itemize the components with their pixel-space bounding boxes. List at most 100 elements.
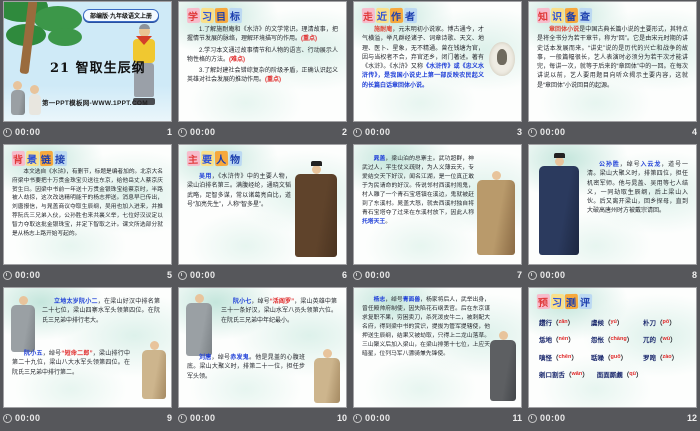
- slide-thumbnail-7[interactable]: 晁盖，梁山泊的总寨主。武功超群，神武过人，平生仗义疏财，为人义薄云天，专爱结交天…: [354, 145, 521, 264]
- objective-item: 1.了解施耐庵和《水浒》的文学常识。理清故事，把握情节发展的脉络，理解环境描写的…: [187, 26, 338, 45]
- soldier-head: [138, 24, 150, 37]
- bio-text: ，绰号: [619, 162, 641, 168]
- thumb-caption: 00:00 12: [528, 410, 697, 426]
- duration-label: 00:00: [365, 270, 391, 280]
- character-bio: 公孙胜，绰号入云龙，道号一清。梁山大聚义时，排第四位，担任机密军师。他与晁盖、吴…: [587, 161, 688, 217]
- thumb-caption: 00:00 11: [353, 410, 522, 426]
- bio-text: ，道号一清。梁山大聚义时，排第四位，担任机密军师。他与晁盖、吴用等七人结义，一同…: [587, 162, 688, 215]
- quiz-word: 虞候: [591, 320, 604, 327]
- character-name: 公孙胜: [599, 162, 620, 168]
- character-name: 晁盖: [373, 156, 386, 162]
- quiz-word: 聒噪: [591, 354, 604, 362]
- character-name: 阮小五: [24, 351, 43, 357]
- character-name: 杨志: [373, 297, 386, 303]
- bio-text: ，绰号: [385, 297, 403, 303]
- slide-title: 背景链接: [11, 150, 68, 167]
- clock-icon: [528, 413, 537, 423]
- figure-head: [322, 349, 332, 358]
- figure-head: [498, 331, 508, 340]
- slide-thumbnail-6[interactable]: 主要人物 吴用，《水浒传》中的主要人物，梁山泊排名第三。满腹经纶，通晓文韬武略，…: [179, 145, 346, 264]
- slide-thumbnail-1[interactable]: 部编版·九年级语文上册 21 智取生辰纲 第一PPT模板网-WWW.1PPT.C…: [4, 2, 171, 121]
- pinyin-item: 聒噪guō: [591, 353, 643, 364]
- slide-cell-5: 背景链接 本文选自《水浒》，有删节，标题是编者加的。北京大名府梁中书要把十万贯金…: [0, 145, 175, 288]
- pinyin-row: 恁地nèn 怨怅chàng 兀的wù: [539, 335, 690, 346]
- figure-head: [310, 161, 322, 174]
- slide-number: 2: [341, 127, 347, 137]
- objective-text: 2.学习本文通过故事情节和人物的语言、行动展示人物性格的方法。: [187, 47, 338, 63]
- slide-cell-2: 学习目标 1.了解施耐庵和《水浒》的文学常识。理清故事，把握情节发展的脉络，理解…: [175, 2, 350, 145]
- slide-cell-4: 知识备查 章回体小说是中国古典长篇小说的主要形式，其特点是将全书分为若干章节，称…: [525, 2, 700, 145]
- quiz-word: 兀的: [643, 337, 656, 345]
- slide-thumbnail-12[interactable]: 预习测评 趱行zǎn 虞候yú 朴刀pō 恁地nèn 怨怅chàng 兀的wù …: [529, 288, 696, 407]
- slide-thumbnail-5[interactable]: 背景链接 本文选自《水浒》，有删节，标题是编者加的。北京大名府梁中书要把十万贯金…: [4, 145, 171, 264]
- author-bio: 施耐庵，元末明初小说家。博古通今，才气横溢，举凡群经诸子、词章诗歌、天文、地理、…: [362, 26, 484, 91]
- slide-thumbnail-11[interactable]: 杨志，绰号青面兽，杨家将后人，武举出身，曾任殿帅府制使，因失陷花石纲丢官。后在东…: [354, 288, 521, 407]
- clock-icon: [178, 270, 187, 280]
- slide-number: 1: [166, 127, 172, 137]
- slide-thumbnail-10[interactable]: 阮小七，绰号“活阎罗”，梁山英雄中第三十一条好汉，梁山水军八员头领第六位。在阮氏…: [179, 288, 346, 407]
- slide-number: 9: [166, 413, 172, 423]
- quiz-pinyin: qù: [623, 371, 643, 377]
- slide-title: 预习测评: [536, 293, 593, 310]
- figure-head: [13, 81, 22, 90]
- clock-icon: [353, 270, 362, 280]
- pinyin-item: 剜口割舌wān: [539, 370, 589, 381]
- clock-icon: [178, 127, 187, 137]
- slide-cell-7: 晁盖，梁山泊的总寨主。武功超群，神武过人，平生仗义疏财，为人义薄云天，专爱结交天…: [350, 145, 525, 288]
- slide-cell-8: 公孙胜，绰号入云龙，道号一清。梁山大聚义时，排第四位，担任机密军师。他与晁盖、吴…: [525, 145, 700, 288]
- pinyin-item: 朴刀pō: [643, 318, 676, 329]
- author-portrait: [489, 42, 515, 76]
- slide-cell-12: 预习测评 趱行zǎn 虞候yú 朴刀pō 恁地nèn 怨怅chàng 兀的wù …: [525, 288, 700, 431]
- figure-body: [477, 180, 515, 255]
- slide-cell-1: 部编版·九年级语文上册 21 智取生辰纲 第一PPT模板网-WWW.1PPT.C…: [0, 2, 175, 145]
- character-name: 阮小七: [233, 299, 252, 305]
- slide-thumbnail-3[interactable]: 走近作者 施耐庵，元末明初小说家。博古通今，才气横溢，举凡群经诸子、词章诗歌、天…: [354, 2, 521, 121]
- figure-body: [10, 90, 25, 115]
- slide-thumbnail-9[interactable]: 立地太岁阮小二，在梁山好汉中排名第二十七位，梁山四寨水军头领第四位。在阮氏三兄弟…: [4, 288, 171, 407]
- character-name: 刘唐: [199, 355, 212, 361]
- wuyong-illustration: [294, 161, 338, 257]
- pinyin-item: 嗔怪chēn: [539, 353, 591, 364]
- slide-thumbnail-2[interactable]: 学习目标 1.了解施耐庵和《水浒》的文学常识。理清故事，把握情节发展的脉络，理解…: [179, 2, 346, 121]
- slide-number: 10: [336, 413, 347, 423]
- character-bio: 刘唐，绰号赤发鬼。他是晁盖的心腹班底。梁山大聚义时，排第二十一位，担任步军头领。: [187, 354, 305, 382]
- slide-thumbnail-4[interactable]: 知识备查 章回体小说是中国古典长篇小说的主要形式，其特点是将全书分为若干章节，称…: [529, 2, 696, 121]
- quiz-word: 罗唣: [643, 354, 656, 362]
- alias-highlight: “活阎罗”: [269, 299, 295, 305]
- quiz-pinyin: wù: [656, 336, 677, 342]
- body-text: 是中国古典长篇小说的主要形式，其特点是将全书分为若干章节，称为“回”。它是由宋元…: [537, 27, 688, 89]
- duration-label: 00:00: [540, 413, 566, 423]
- thumb-caption: 00:00 7: [353, 267, 522, 283]
- duration-label: 00:00: [15, 127, 41, 137]
- objective-item: 2.学习本文通过故事情节和人物的语言、行动展示人物性格的方法。(难点): [187, 47, 338, 66]
- objective-item: 3.了解封建社会错综复杂的阶级矛盾，正确认识起义英雄对社会发展的推动作用。(重点…: [187, 67, 338, 86]
- duration-label: 00:00: [540, 270, 566, 280]
- quiz-pinyin: chàng: [604, 336, 633, 342]
- quiz-word: 趱行: [539, 320, 552, 327]
- bio-text: ，杨家将后人，武举出身，曾任殿帅府制使，因失陷花石纲丢官。后在东京谋求复职不果，…: [362, 297, 490, 357]
- bio-text: ，绰号: [211, 355, 231, 361]
- duration-label: 00:00: [190, 270, 216, 280]
- clock-icon: [3, 270, 12, 280]
- objective-tag: (重点): [301, 36, 318, 43]
- background-text: 本文选自《水浒》，有删节，标题是编者加的。北京大名府梁中书要把十万贯金珠宝贝送往…: [12, 169, 163, 237]
- bio-text: ，梁山泊的总寨主。武功超群，神武过人，平生仗义疏财，为人义薄云天，专爱结交天下好…: [362, 156, 474, 216]
- figure-head: [194, 294, 204, 303]
- slide-cell-3: 走近作者 施耐庵，元末明初小说家。博古通今，才气横溢，举凡群经诸子、词章诗歌、天…: [350, 2, 525, 145]
- slide-thumbnail-8[interactable]: 公孙胜，绰号入云龙，道号一清。梁山大聚义时，排第四位，担任机密军师。他与晁盖、吴…: [529, 145, 696, 264]
- figure-body: [142, 350, 166, 399]
- slide-title: 主要人物: [186, 150, 243, 167]
- quiz-word: 面面厮觑: [596, 371, 623, 379]
- character-bio: 阮小七，绰号“活阎罗”，梁山英雄中第三十一条好汉，梁山水军八员头领第六位。在阮氏…: [221, 298, 337, 326]
- objective-tag: (重点): [265, 77, 282, 84]
- clock-icon: [353, 127, 362, 137]
- slide-title: 走近作者: [361, 7, 418, 24]
- tree-foliage: [48, 28, 82, 46]
- clock-icon: [353, 413, 362, 423]
- objective-text: 3.了解封建社会错综复杂的阶级矛盾，正确认识起义英雄对社会发展的推动作用。: [187, 68, 338, 84]
- alias-highlight: 入云龙: [640, 162, 662, 168]
- edition-banner: 部编版·九年级语文上册: [83, 9, 159, 22]
- quiz-pinyin: chēn: [552, 354, 578, 360]
- character-bio: 晁盖，梁山泊的总寨主。武功超群，神武过人，平生仗义疏财，为人义薄云天，专爱结交天…: [362, 155, 474, 227]
- slide-grid: 部编版·九年级语文上册 21 智取生辰纲 第一PPT模板网-WWW.1PPT.C…: [0, 0, 700, 431]
